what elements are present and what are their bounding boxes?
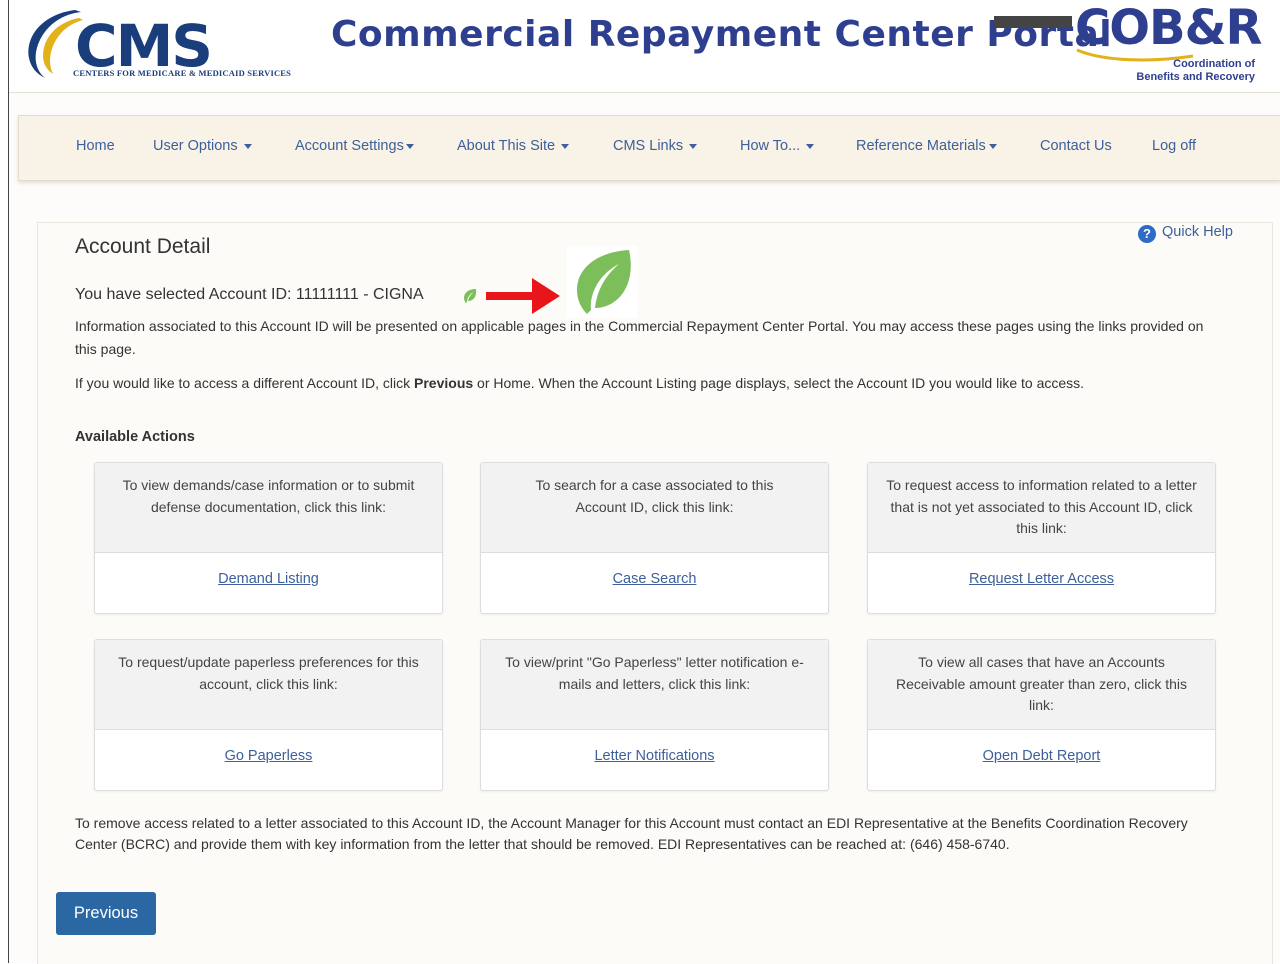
site-header: CMS CENTERS FOR MEDICARE & MEDICAID SERV…	[9, 0, 1280, 93]
nav-label: Contact Us	[1040, 138, 1112, 154]
nav-label: Account Settings	[295, 138, 404, 154]
caret-down-icon	[689, 143, 698, 149]
main-navbar: Home User Options Account Settings About…	[18, 115, 1280, 181]
nav-contact-us[interactable]: Contact Us	[1040, 138, 1112, 154]
access-text-previous: Previous	[414, 375, 474, 391]
open-debt-report-link[interactable]: Open Debt Report	[868, 748, 1215, 764]
page-title: Account Detail	[75, 235, 211, 258]
nav-reference-materials[interactable]: Reference Materials	[856, 138, 997, 154]
red-arrow-icon	[486, 278, 560, 314]
access-text-after: or Home. When the Account Listing page d…	[473, 375, 1085, 391]
redaction-bar	[994, 16, 1072, 28]
access-text-before: If you would like to access a different …	[75, 375, 415, 391]
question-circle-icon: ?	[1138, 225, 1156, 243]
quick-help-label: Quick Help	[1162, 224, 1233, 240]
card-description: To view/print "Go Paperless" letter noti…	[505, 654, 804, 692]
card-description: To request access to information related…	[886, 477, 1197, 536]
nav-label: About This Site	[457, 138, 556, 154]
card-header: To search for a case associated to this …	[481, 463, 828, 553]
nav-label: Home	[76, 138, 115, 154]
case-search-link[interactable]: Case Search	[481, 571, 828, 587]
caret-down-icon	[561, 143, 570, 149]
cobr-logo-line1: Coordination of	[1173, 58, 1255, 70]
nav-label: User Options	[153, 138, 238, 154]
remove-access-paragraph: To remove access related to a letter ass…	[75, 815, 1188, 852]
nav-home[interactable]: Home	[76, 138, 115, 154]
card-header: To view demands/case information or to s…	[95, 463, 442, 553]
green-leaf-icon	[464, 289, 477, 303]
action-card-demand-listing: To view demands/case information or to s…	[94, 462, 443, 614]
caret-down-icon	[243, 143, 252, 149]
caret-down-icon	[806, 143, 815, 149]
action-card-request-letter-access: To request access to information related…	[867, 462, 1216, 614]
previous-button[interactable]: Previous	[56, 892, 156, 935]
available-actions-heading: Available Actions	[75, 429, 195, 445]
nav-account-settings[interactable]: Account Settings	[295, 138, 414, 154]
access-paragraph: If you would like to access a different …	[75, 372, 1235, 395]
action-card-case-search: To search for a case associated to this …	[480, 462, 829, 614]
selected-account-text: You have selected Account ID: 11111111 -…	[75, 286, 424, 303]
nav-label: CMS Links	[613, 138, 684, 154]
cobr-logo-subtitle: Coordination of Benefits and Recovery	[1136, 58, 1255, 84]
nav-log-off[interactable]: Log off	[1152, 138, 1196, 154]
caret-down-icon	[405, 143, 414, 149]
caret-down-icon	[988, 143, 997, 149]
enlarged-leaf-callout	[567, 246, 637, 318]
cms-logo-subtitle: CENTERS FOR MEDICARE & MEDICAID SERVICES	[73, 68, 292, 78]
info-paragraph: Information associated to this Account I…	[75, 318, 1204, 357]
action-card-letter-notifications: To view/print "Go Paperless" letter noti…	[480, 639, 829, 791]
nav-label: Log off	[1152, 138, 1197, 154]
card-description: To search for a case associated to this …	[535, 477, 774, 515]
card-header: To view/print "Go Paperless" letter noti…	[481, 640, 828, 730]
action-card-open-debt-report: To view all cases that have an Accounts …	[867, 639, 1216, 791]
cms-logo[interactable]: CMS CENTERS FOR MEDICARE & MEDICAID SERV…	[23, 6, 313, 86]
nav-cms-links[interactable]: CMS Links	[613, 138, 698, 154]
card-header: To request/update paperless preferences …	[95, 640, 442, 730]
card-description: To request/update paperless preferences …	[118, 654, 419, 692]
letter-notifications-link[interactable]: Letter Notifications	[481, 748, 828, 764]
cobr-logo-line2: Benefits and Recovery	[1136, 71, 1255, 83]
go-paperless-link[interactable]: Go Paperless	[95, 748, 442, 764]
action-card-go-paperless: To request/update paperless preferences …	[94, 639, 443, 791]
quick-help-link[interactable]: ? Quick Help	[1138, 224, 1233, 243]
nav-about-this-site[interactable]: About This Site	[457, 138, 570, 154]
nav-label: Reference Materials	[856, 138, 986, 154]
demand-listing-link[interactable]: Demand Listing	[95, 571, 442, 587]
green-leaf-icon	[577, 250, 631, 314]
nav-user-options[interactable]: User Options	[153, 138, 252, 154]
nav-how-to[interactable]: How To...	[740, 138, 815, 154]
card-header: To request access to information related…	[868, 463, 1215, 553]
cobr-logo[interactable]: COB&R Coordination of Benefits and Recov…	[1075, 0, 1265, 90]
card-description: To view demands/case information or to s…	[122, 477, 415, 515]
card-header: To view all cases that have an Accounts …	[868, 640, 1215, 730]
card-description: To view all cases that have an Accounts …	[895, 654, 1188, 713]
nav-label: How To...	[740, 138, 801, 154]
request-letter-access-link[interactable]: Request Letter Access	[868, 571, 1215, 587]
